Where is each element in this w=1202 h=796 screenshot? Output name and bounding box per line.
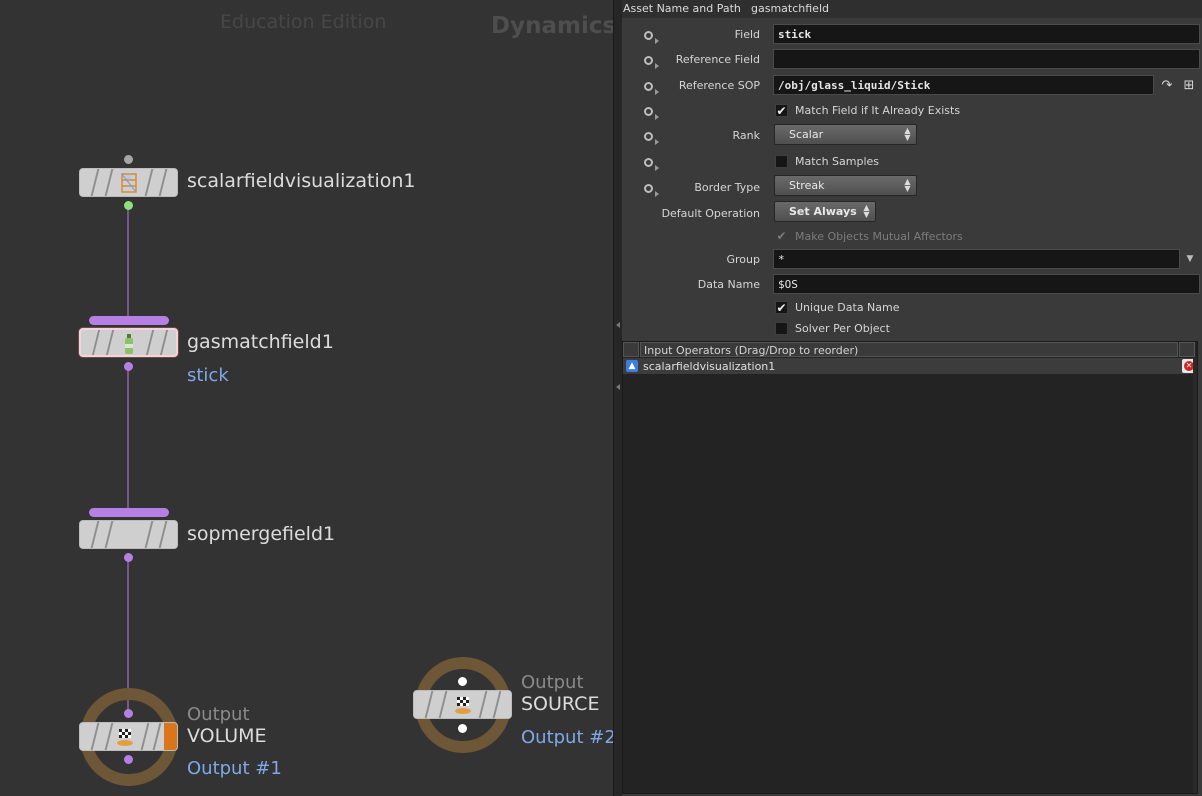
up-arrow-icon[interactable]: ▲ bbox=[626, 360, 638, 372]
reference-field-label: Reference Field bbox=[675, 53, 760, 66]
network-editor[interactable]: Education Edition Dynamics scalarfieldvi… bbox=[0, 0, 613, 796]
node-comment-volume: Output #1 bbox=[187, 758, 282, 779]
mutual-affectors-label: Make Objects Mutual Affectors bbox=[795, 230, 963, 243]
node-sopmergefield1[interactable] bbox=[79, 520, 178, 549]
node-name-source: SOURCE bbox=[521, 693, 600, 715]
node-type-label-source: Output bbox=[521, 672, 584, 693]
solver-per-object-label: Solver Per Object bbox=[795, 322, 890, 335]
input-operators-header-left-cell bbox=[623, 342, 639, 357]
chevron-down-icon[interactable]: ▼ bbox=[1181, 250, 1199, 268]
source-input-port[interactable] bbox=[458, 677, 467, 686]
match-samples-label: Match Samples bbox=[795, 155, 880, 168]
rank-menu[interactable]: Scalar ▲ ▼ bbox=[774, 124, 917, 145]
match-field-checkbox[interactable]: ✔ bbox=[775, 104, 788, 117]
reference-field-input[interactable] bbox=[773, 49, 1200, 69]
group-label: Group bbox=[726, 253, 761, 266]
asset-name-label: Asset Name and Path bbox=[623, 2, 741, 15]
checkered-flag-icon bbox=[454, 697, 471, 714]
updown-arrow-icon: ▲ ▼ bbox=[863, 203, 870, 219]
border-type-menu[interactable]: Streak ▲ ▼ bbox=[774, 175, 917, 196]
scalarfield-input-port[interactable] bbox=[124, 155, 133, 164]
input-operators-list[interactable]: Input Operators (Drag/Drop to reorder) ▲… bbox=[622, 341, 1198, 794]
output-display-flag[interactable] bbox=[164, 723, 177, 750]
group-input[interactable]: * bbox=[773, 249, 1180, 269]
parameter-editor: Asset Name and Path gasmatchfield Field … bbox=[622, 0, 1202, 796]
list-scrollbar[interactable] bbox=[1193, 358, 1197, 793]
volume-input-port[interactable] bbox=[124, 709, 133, 718]
node-name-gasmatchfield1: gasmatchfield1 bbox=[187, 331, 334, 353]
collapse-left-arrow-icon[interactable] bbox=[616, 384, 620, 390]
volume-output-port[interactable] bbox=[124, 755, 133, 764]
node-scalarfieldvisualization1[interactable] bbox=[79, 168, 178, 197]
list-item[interactable]: ▲ scalarfieldvisualization1 ✕ bbox=[623, 358, 1197, 374]
collapse-left-arrow-icon[interactable] bbox=[616, 322, 620, 328]
field-label: Field bbox=[734, 28, 760, 41]
node-output-volume[interactable] bbox=[79, 722, 178, 751]
node-name-scalarfieldvisualization1: scalarfieldvisualization1 bbox=[187, 170, 416, 192]
checkered-flag-icon bbox=[116, 729, 133, 746]
sopmergefield-output-port[interactable] bbox=[124, 553, 133, 562]
input-operator-name: scalarfieldvisualization1 bbox=[643, 360, 776, 373]
node-type-label-volume: Output bbox=[187, 704, 250, 725]
default-operation-menu[interactable]: Set Always ▲ ▼ bbox=[774, 201, 876, 222]
bottle-icon bbox=[124, 334, 133, 354]
rank-label: Rank bbox=[732, 129, 760, 142]
select-node-icon[interactable]: ⊞ bbox=[1180, 77, 1198, 95]
unique-data-name-checkbox[interactable]: ✔ bbox=[775, 301, 788, 314]
node-comment-gasmatchfield1: stick bbox=[187, 365, 229, 386]
node-output-source[interactable] bbox=[413, 690, 512, 719]
scaffold-icon bbox=[120, 173, 137, 193]
updown-arrow-icon: ▲ ▼ bbox=[904, 177, 911, 193]
match-samples-keyframe-button[interactable] bbox=[644, 158, 653, 167]
gasmatchfield-bypass-flag[interactable] bbox=[89, 316, 169, 325]
node-name-sopmergefield1: sopmergefield1 bbox=[187, 523, 336, 545]
reference-sop-label: Reference SOP bbox=[678, 79, 760, 92]
data-name-label: Data Name bbox=[697, 278, 760, 291]
sopmergefield-bypass-flag[interactable] bbox=[89, 508, 169, 517]
match-samples-expand-arrow-icon[interactable] bbox=[655, 165, 659, 171]
match-field-label: Match Field if It Already Exists bbox=[795, 104, 961, 117]
match-field-expand-arrow-icon[interactable] bbox=[655, 114, 659, 120]
source-output-port[interactable] bbox=[458, 724, 467, 733]
field-input[interactable]: stick bbox=[773, 24, 1200, 44]
asset-header: Asset Name and Path gasmatchfield bbox=[622, 0, 1202, 18]
default-operation-label: Default Operation bbox=[661, 207, 760, 220]
node-name-volume: VOLUME bbox=[187, 725, 267, 747]
data-name-input[interactable]: $OS bbox=[773, 274, 1200, 294]
border-type-label: Border Type bbox=[694, 181, 760, 194]
gasmatchfield-output-port[interactable] bbox=[124, 362, 133, 371]
unique-data-name-label: Unique Data Name bbox=[795, 301, 900, 314]
match-samples-checkbox[interactable] bbox=[775, 155, 788, 168]
input-operators-header: Input Operators (Drag/Drop to reorder) bbox=[640, 342, 1178, 357]
node-gasmatchfield1[interactable] bbox=[79, 328, 178, 357]
mutual-affectors-checkbox[interactable]: ✔ bbox=[775, 230, 788, 243]
node-comment-source: Output #2 bbox=[521, 727, 613, 748]
jump-arrow-icon[interactable]: ↷ bbox=[1158, 77, 1176, 95]
match-field-keyframe-button[interactable] bbox=[644, 107, 653, 116]
solver-per-object-checkbox[interactable] bbox=[775, 322, 788, 335]
asset-name-value: gasmatchfield bbox=[751, 2, 829, 15]
scalarfield-output-port[interactable] bbox=[124, 201, 133, 210]
reference-sop-input[interactable]: /obj/glass_liquid/Stick bbox=[773, 75, 1154, 95]
input-operators-header-right-cell bbox=[1179, 342, 1195, 357]
updown-arrow-icon: ▲ ▼ bbox=[904, 126, 911, 142]
